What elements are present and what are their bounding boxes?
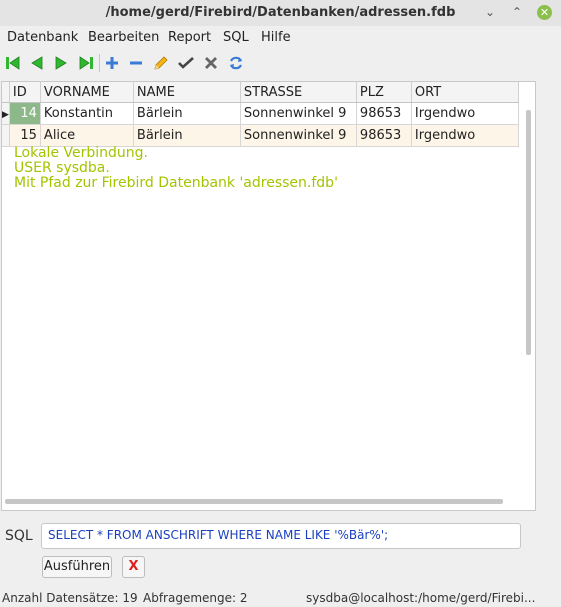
cell-id[interactable]: 14 — [9, 102, 41, 125]
navigator-toolbar — [0, 49, 561, 79]
column-header-plz[interactable]: PLZ — [356, 82, 412, 103]
menu-bar: Datenbank Bearbeiten Report SQL Hilfe — [0, 27, 561, 47]
indicator-header — [2, 82, 10, 103]
data-grid[interactable]: ID VORNAME NAME STRASSE PLZ ORT ▶ 14 Kon… — [1, 81, 536, 511]
refresh-icon[interactable] — [225, 51, 247, 75]
edit-record-icon[interactable] — [150, 51, 172, 75]
info-line: Lokale Verbindung. — [14, 145, 148, 161]
column-header-name[interactable]: NAME — [133, 82, 241, 103]
cell-strasse[interactable]: Sonnenwinkel 9 — [240, 124, 357, 147]
table-row[interactable]: ▶ 14 Konstantin Bärlein Sonnenwinkel 9 9… — [2, 102, 519, 125]
insert-record-icon[interactable] — [101, 51, 123, 75]
vertical-scrollbar[interactable] — [526, 110, 531, 355]
cell-vorname[interactable]: Konstantin — [40, 102, 134, 125]
cell-name[interactable]: Bärlein — [133, 102, 241, 125]
grid-header-row: ID VORNAME NAME STRASSE PLZ ORT — [2, 82, 519, 103]
cell-plz[interactable]: 98653 — [356, 124, 412, 147]
column-header-id[interactable]: ID — [9, 82, 41, 103]
execute-button[interactable]: Ausführen — [42, 556, 112, 578]
delete-record-icon[interactable] — [125, 51, 147, 75]
clear-query-button[interactable]: X — [122, 556, 145, 578]
cell-vorname[interactable]: Alice — [40, 124, 134, 147]
table-row[interactable]: 15 Alice Bärlein Sonnenwinkel 9 98653 Ir… — [2, 124, 519, 147]
column-header-strasse[interactable]: STRASSE — [240, 82, 357, 103]
post-record-icon[interactable] — [175, 51, 197, 75]
title-bar: /home/gerd/Firebird/Datenbanken/adressen… — [0, 0, 561, 26]
prior-record-icon[interactable] — [26, 51, 48, 75]
current-row-indicator: ▶ — [2, 102, 10, 125]
menu-report[interactable]: Report — [168, 30, 211, 45]
sql-query-input[interactable]: SELECT * FROM ANSCHRIFT WHERE NAME LIKE … — [41, 523, 521, 549]
cell-ort[interactable]: Irgendwo — [411, 124, 519, 147]
menu-bearbeiten[interactable]: Bearbeiten — [88, 30, 159, 45]
cell-id[interactable]: 15 — [9, 124, 41, 147]
next-record-icon[interactable] — [50, 51, 72, 75]
menu-datenbank[interactable]: Datenbank — [7, 30, 78, 45]
first-record-icon[interactable] — [2, 51, 24, 75]
last-record-icon[interactable] — [75, 51, 97, 75]
row-indicator — [2, 124, 10, 147]
cell-name[interactable]: Bärlein — [133, 124, 241, 147]
maximize-icon[interactable]: ⌃ — [509, 4, 525, 20]
menu-sql[interactable]: SQL — [223, 30, 249, 45]
info-line: USER sysdba. — [14, 160, 110, 176]
cell-strasse[interactable]: Sonnenwinkel 9 — [240, 102, 357, 125]
info-line: Mit Pfad zur Firebird Datenbank 'adresse… — [14, 175, 338, 191]
column-header-vorname[interactable]: VORNAME — [40, 82, 134, 103]
row-indicator-icon: ▶ — [2, 110, 9, 120]
column-header-ort[interactable]: ORT — [411, 82, 519, 103]
horizontal-scrollbar[interactable] — [5, 499, 503, 504]
sql-label: SQL — [5, 528, 33, 544]
cancel-record-icon[interactable] — [200, 51, 222, 75]
minimize-icon[interactable]: ⌄ — [482, 4, 498, 20]
record-count-status: Anzahl Datensätze: 19 — [2, 591, 138, 605]
connection-info: Lokale Verbindung. USER sysdba. Mit Pfad… — [14, 146, 338, 191]
window-title: /home/gerd/Firebird/Datenbanken/adressen… — [105, 5, 456, 20]
query-count-status: Abfragemenge: 2 — [143, 591, 248, 605]
cell-ort[interactable]: Irgendwo — [411, 102, 519, 125]
connection-status: sysdba@localhost:/home/gerd/Firebi... — [306, 591, 536, 605]
menu-hilfe[interactable]: Hilfe — [261, 30, 291, 45]
cell-plz[interactable]: 98653 — [356, 102, 412, 125]
close-icon[interactable]: ✕ — [537, 5, 552, 20]
